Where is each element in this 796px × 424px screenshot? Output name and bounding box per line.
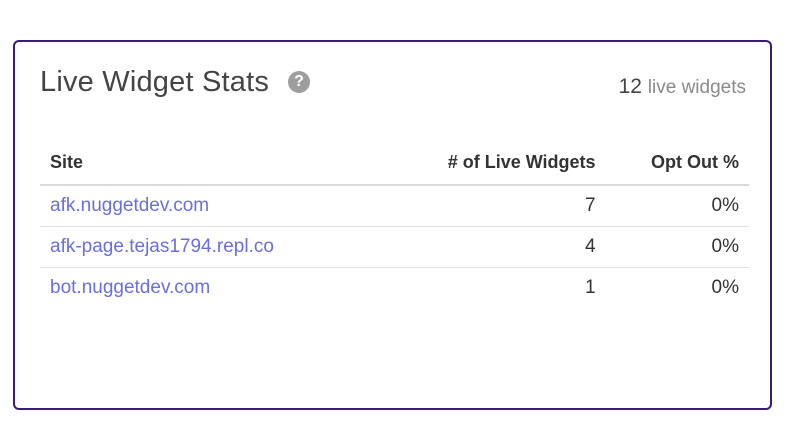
column-header-site: Site (40, 140, 362, 186)
live-widget-count: 12 (618, 75, 642, 98)
opt-out-cell: 0% (711, 277, 739, 298)
column-header-live-widgets: # of Live Widgets (361, 140, 606, 186)
live-widget-unit: live widgets (647, 77, 746, 98)
card-title: Live Widget Stats (40, 66, 270, 98)
site-cell: bot.nuggetdev.com (40, 268, 362, 309)
table-row: bot.nuggetdev.com 1 0% (40, 268, 749, 309)
table-row: afk.nuggetdev.com 7 0% (40, 185, 749, 227)
live-widgets-cell: 1 (584, 277, 596, 298)
live-widget-stats-card: Live Widget Stats ? 12 live widgets Site… (13, 40, 772, 410)
live-widgets-cell: 7 (361, 185, 606, 227)
site-cell: afk.nuggetdev.com (40, 185, 362, 227)
opt-out-cell: 0% (605, 185, 749, 227)
live-widgets-cell: 4 (361, 226, 606, 268)
table-row: afk-page.tejas1794.repl.co 4 0% (40, 226, 749, 268)
table-header-row: Site # of Live Widgets Opt Out % (40, 140, 749, 186)
site-link[interactable]: afk.nuggetdev.com (50, 195, 209, 216)
column-header-opt-out: Opt Out % (605, 140, 749, 186)
opt-out-cell: 0% (605, 226, 749, 268)
site-link[interactable]: afk-page.tejas1794.repl.co (50, 236, 274, 257)
question-circle-icon[interactable]: ? (288, 71, 310, 93)
site-cell: afk-page.tejas1794.repl.co (40, 226, 362, 268)
live-widget-summary: 12 live widgets (619, 75, 746, 99)
site-link[interactable]: bot.nuggetdev.com (50, 277, 210, 298)
live-widget-table: Site # of Live Widgets Opt Out % afk.nug… (40, 140, 749, 308)
